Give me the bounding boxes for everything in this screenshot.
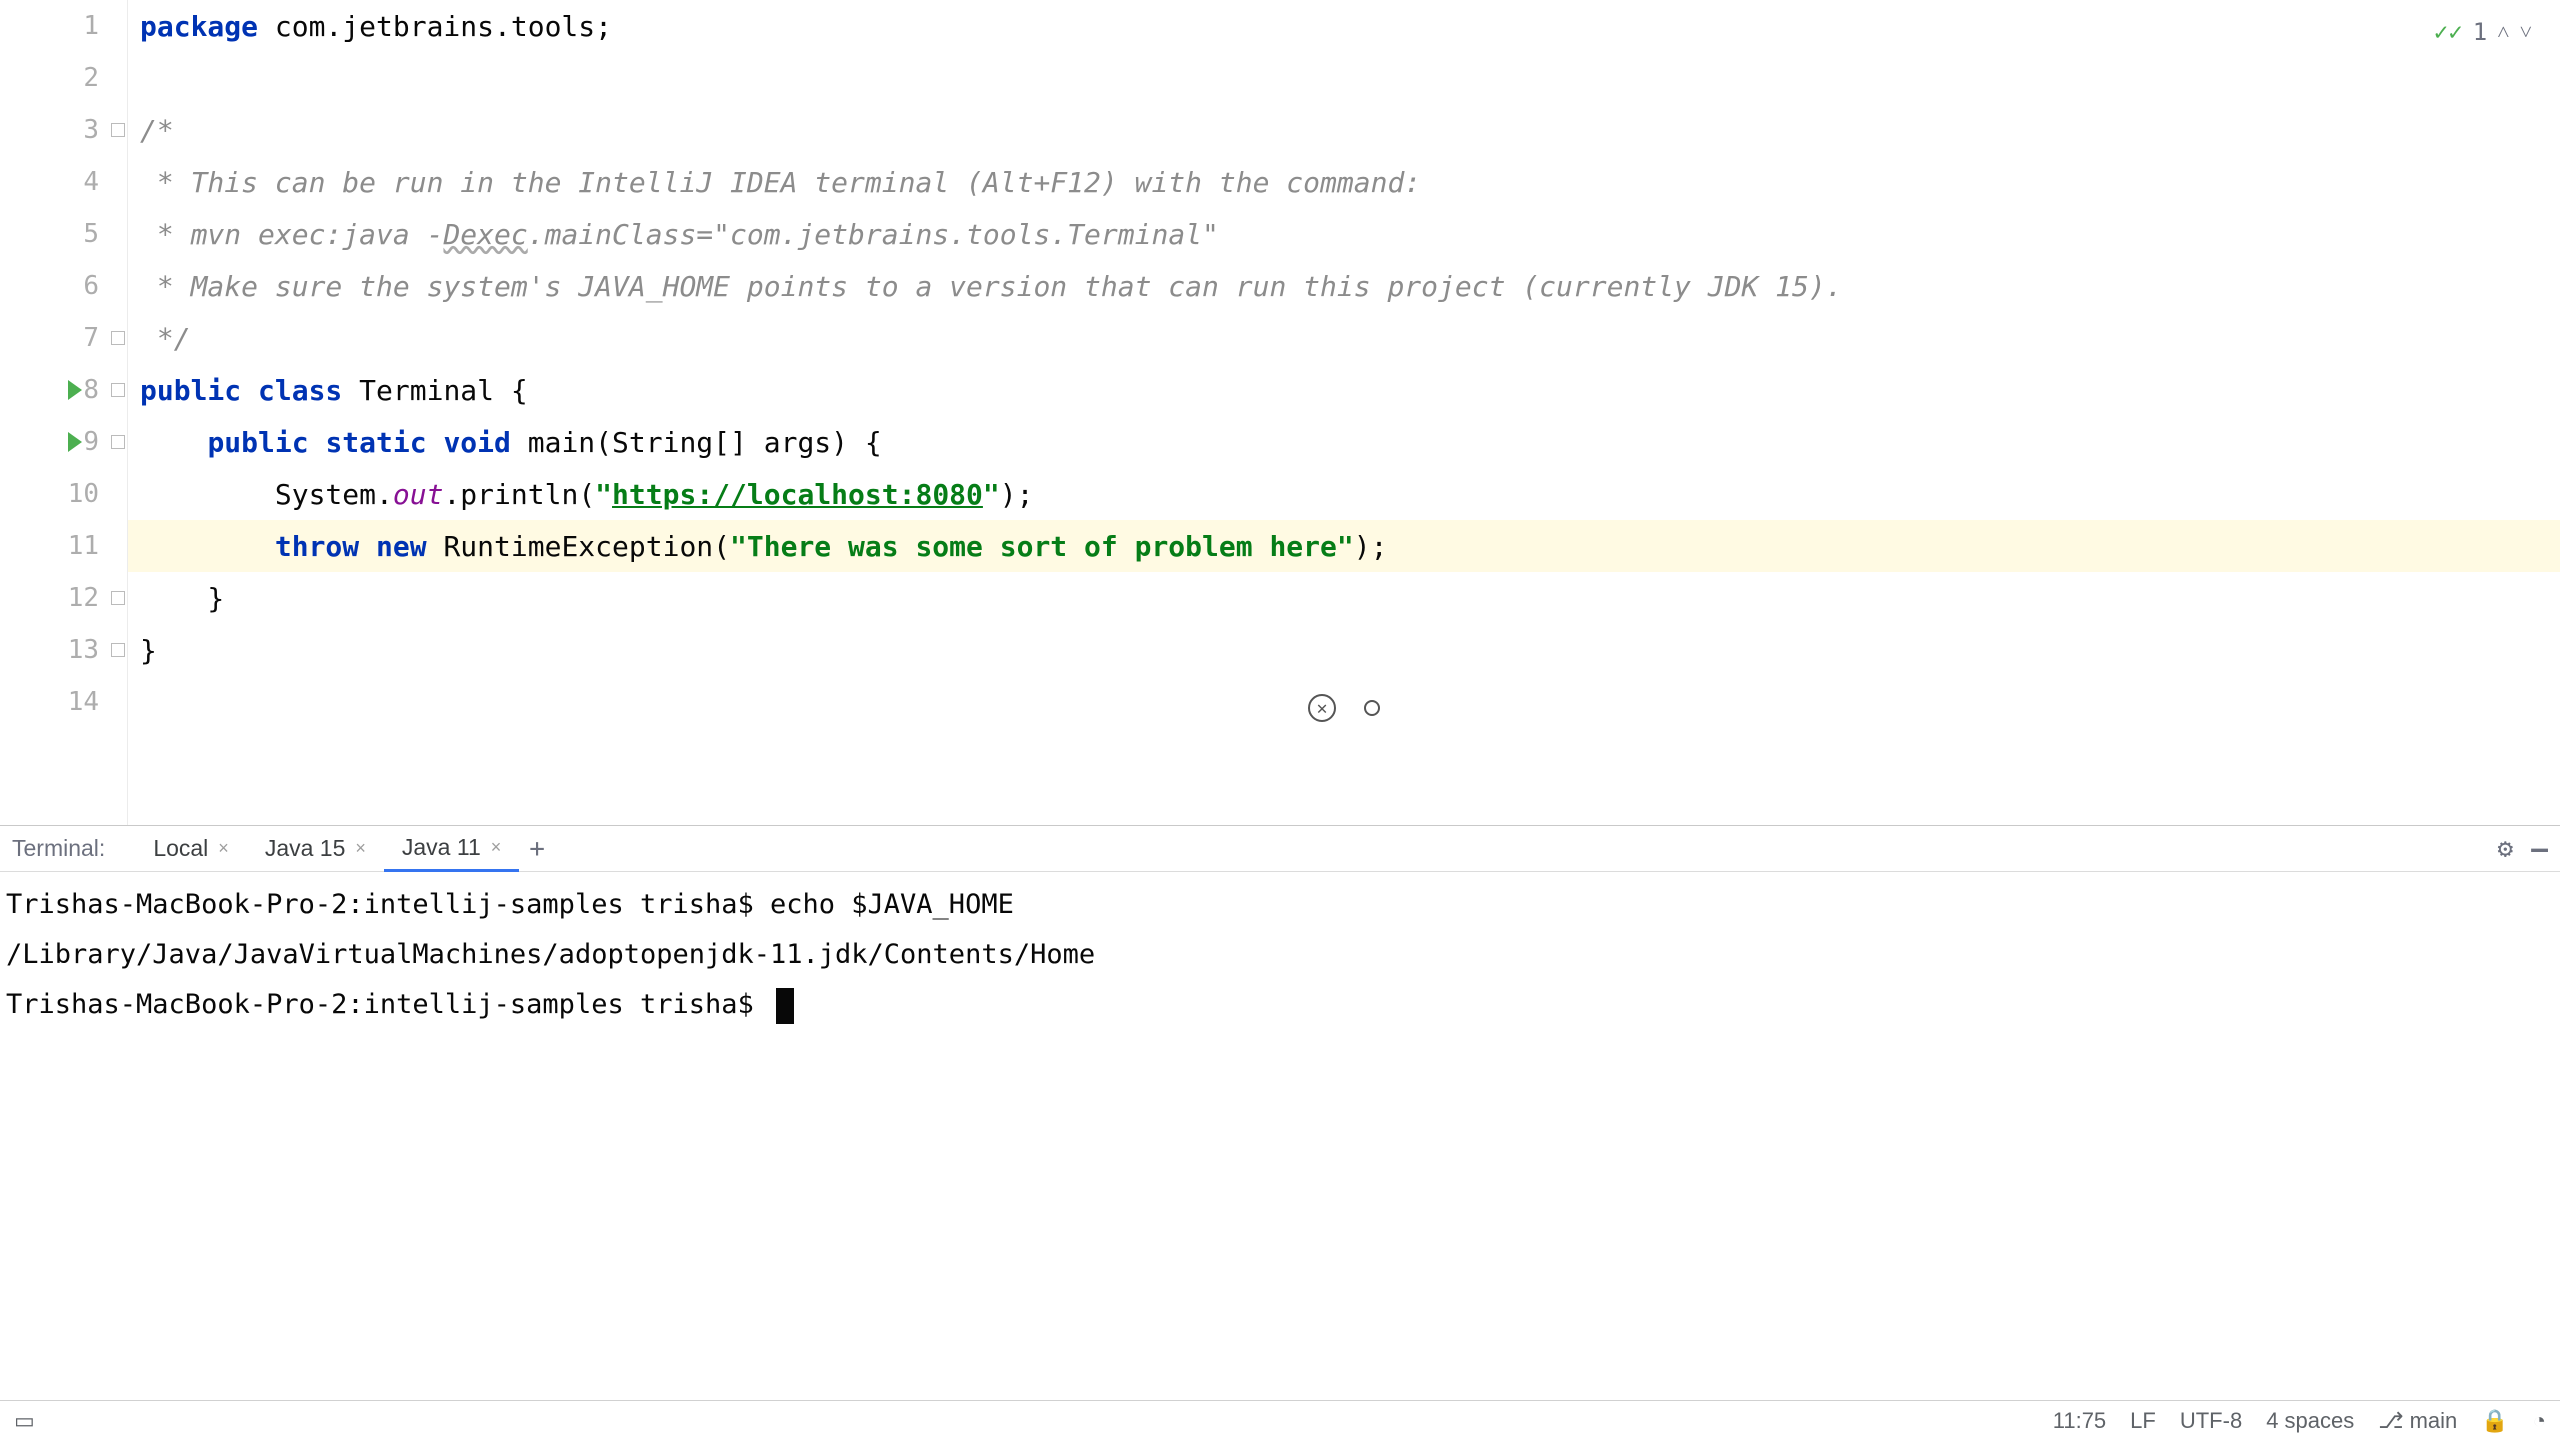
- line-number: 5: [83, 219, 99, 249]
- gutter-line[interactable]: 9: [0, 416, 127, 468]
- gutter-line[interactable]: 11: [0, 520, 127, 572]
- git-branch[interactable]: ⎇ main: [2378, 1408, 2457, 1434]
- ide-root: 1234567891011121314 ✓✓ 1 ˄ ˅ package com…: [0, 0, 2560, 1440]
- fold-indicator[interactable]: [111, 591, 125, 605]
- circle-icon[interactable]: [1364, 700, 1380, 716]
- code-line[interactable]: }: [128, 624, 2560, 676]
- code-line[interactable]: }: [128, 572, 2560, 624]
- code-line[interactable]: throw new RuntimeException("There was so…: [128, 520, 2560, 572]
- code-line[interactable]: public class Terminal {: [128, 364, 2560, 416]
- run-gutter-icon[interactable]: [68, 380, 82, 400]
- code-line[interactable]: [128, 52, 2560, 104]
- cursor-position[interactable]: 11:75: [2053, 1408, 2106, 1434]
- indent[interactable]: 4 spaces: [2266, 1408, 2354, 1434]
- branch-icon: ⎇: [2378, 1408, 2403, 1434]
- close-tab-icon[interactable]: ×: [355, 838, 366, 859]
- line-number: 14: [68, 687, 99, 717]
- gutter-line[interactable]: 13: [0, 624, 127, 676]
- terminal-line: Trishas-MacBook-Pro-2:intellij-samples t…: [6, 880, 2554, 930]
- gutter-line[interactable]: 10: [0, 468, 127, 520]
- line-number: 8: [83, 375, 99, 405]
- line-number: 1: [83, 11, 99, 41]
- line-number: 4: [83, 167, 99, 197]
- inspection-widget[interactable]: ✓✓ 1 ˄ ˅: [2434, 18, 2532, 46]
- line-separator[interactable]: LF: [2130, 1408, 2156, 1434]
- code-line[interactable]: * mvn exec:java -Dexec.mainClass="com.je…: [128, 208, 2560, 260]
- line-number: 12: [68, 583, 99, 613]
- tool-window-icon[interactable]: ▭: [14, 1408, 35, 1434]
- check-icon: ✓✓: [2434, 18, 2463, 46]
- line-number: 6: [83, 271, 99, 301]
- encoding[interactable]: UTF-8: [2180, 1408, 2242, 1434]
- code-line[interactable]: System.out.println("https://localhost:80…: [128, 468, 2560, 520]
- gutter-line[interactable]: 2: [0, 52, 127, 104]
- close-tab-icon[interactable]: ×: [491, 837, 502, 858]
- gutter-line[interactable]: 7: [0, 312, 127, 364]
- chevron-down-icon[interactable]: ˅: [2520, 19, 2532, 45]
- terminal-tab[interactable]: Java 15 ×: [247, 826, 384, 872]
- editor-gutter: 1234567891011121314: [0, 0, 128, 825]
- code-line[interactable]: package com.jetbrains.tools;: [128, 0, 2560, 52]
- code-line[interactable]: public static void main(String[] args) {: [128, 416, 2560, 468]
- terminal-tab-label: Local: [153, 835, 208, 862]
- gutter-line[interactable]: 8: [0, 364, 127, 416]
- gutter-line[interactable]: 12: [0, 572, 127, 624]
- line-number: 11: [68, 531, 99, 561]
- gutter-line[interactable]: 14: [0, 676, 127, 728]
- code-line[interactable]: */: [128, 312, 2560, 364]
- status-bar: ▭ 11:75 LF UTF-8 4 spaces ⎇ main 🔒 ◔: [0, 1400, 2560, 1440]
- lock-icon[interactable]: 🔒: [2481, 1408, 2508, 1434]
- terminal-tab-label: Java 11: [402, 834, 481, 861]
- terminal-cursor: [776, 988, 794, 1024]
- fold-indicator[interactable]: [111, 331, 125, 345]
- terminal-tab-label: Java 15: [265, 835, 346, 862]
- editor-code[interactable]: ✓✓ 1 ˄ ˅ package com.jetbrains.tools;/* …: [128, 0, 2560, 825]
- terminal-line: /Library/Java/JavaVirtualMachines/adopto…: [6, 930, 2554, 980]
- terminal-body[interactable]: Trishas-MacBook-Pro-2:intellij-samples t…: [0, 872, 2560, 1400]
- fold-indicator[interactable]: [111, 123, 125, 137]
- chevron-up-icon[interactable]: ˄: [2497, 19, 2509, 45]
- close-hint-icon[interactable]: ✕: [1308, 694, 1336, 722]
- fold-indicator[interactable]: [111, 383, 125, 397]
- close-tab-icon[interactable]: ×: [218, 838, 229, 859]
- code-line[interactable]: * Make sure the system's JAVA_HOME point…: [128, 260, 2560, 312]
- terminal-tab[interactable]: Local ×: [135, 826, 247, 872]
- terminal-tab[interactable]: Java 11 ×: [384, 826, 519, 872]
- gutter-line[interactable]: 5: [0, 208, 127, 260]
- terminal-tab-bar: Terminal: Local × Java 15 × Java 11 × + ⚙ —: [0, 826, 2560, 872]
- gutter-line[interactable]: 1: [0, 0, 127, 52]
- fold-indicator[interactable]: [111, 643, 125, 657]
- editor-area: 1234567891011121314 ✓✓ 1 ˄ ˅ package com…: [0, 0, 2560, 825]
- hide-panel-icon[interactable]: —: [2531, 832, 2548, 865]
- gutter-line[interactable]: 4: [0, 156, 127, 208]
- gear-icon[interactable]: ⚙: [2497, 834, 2513, 864]
- add-terminal-tab-button[interactable]: +: [529, 834, 545, 864]
- line-number: 2: [83, 63, 99, 93]
- gutter-line[interactable]: 6: [0, 260, 127, 312]
- code-line[interactable]: /*: [128, 104, 2560, 156]
- terminal-line: Trishas-MacBook-Pro-2:intellij-samples t…: [6, 980, 2554, 1030]
- line-number: 7: [83, 323, 99, 353]
- terminal-label: Terminal:: [12, 835, 105, 862]
- line-number: 9: [83, 427, 99, 457]
- line-number: 13: [68, 635, 99, 665]
- fold-indicator[interactable]: [111, 435, 125, 449]
- floating-controls: ✕: [1308, 694, 1380, 722]
- code-line[interactable]: * This can be run in the IntelliJ IDEA t…: [128, 156, 2560, 208]
- gutter-line[interactable]: 3: [0, 104, 127, 156]
- line-number: 10: [68, 479, 99, 509]
- line-number: 3: [83, 115, 99, 145]
- run-gutter-icon[interactable]: [68, 432, 82, 452]
- inspection-count: 1: [2473, 18, 2487, 46]
- terminal-panel: Terminal: Local × Java 15 × Java 11 × + ⚙ — T…: [0, 825, 2560, 1400]
- hector-icon[interactable]: ◔: [2533, 1408, 2546, 1434]
